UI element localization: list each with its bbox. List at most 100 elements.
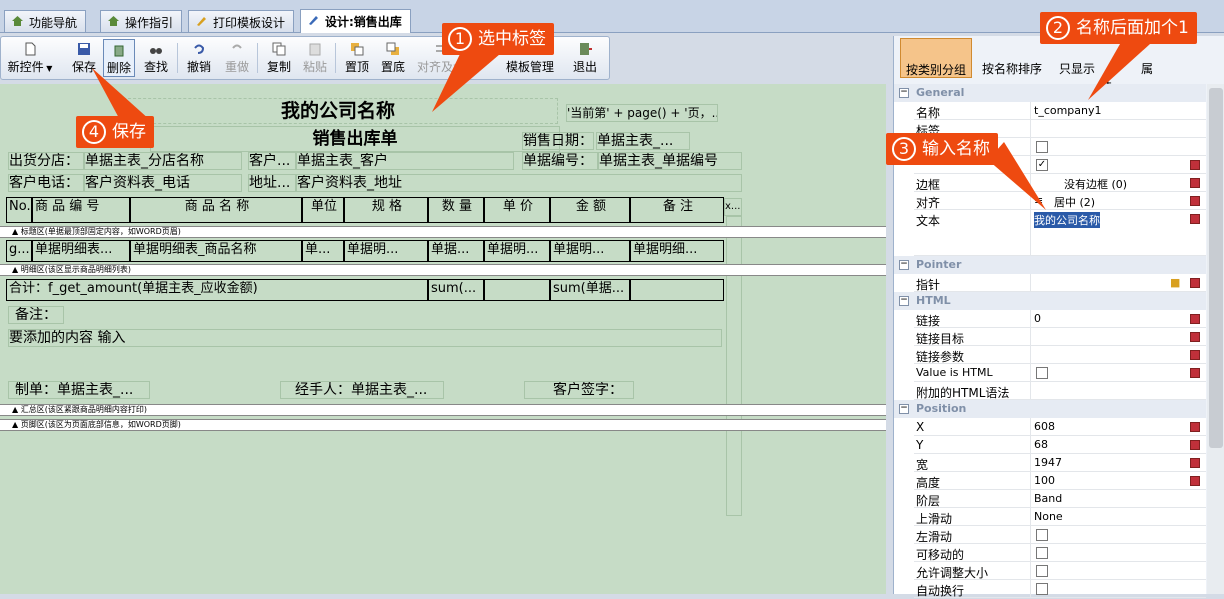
- band-header[interactable]: ▲ 标题区(单据最顶部固定内容，如WORD页眉): [0, 226, 886, 238]
- prop-value[interactable]: 1947: [1034, 456, 1062, 469]
- reset-icon[interactable]: [1190, 196, 1200, 206]
- group-by-category-button[interactable]: 按类别分组: [900, 38, 972, 78]
- handler-field[interactable]: 经手人：单据主表_...: [280, 381, 444, 399]
- detail-cell[interactable]: 单据明...: [484, 240, 550, 262]
- total-remark[interactable]: [630, 279, 724, 301]
- company-name-label[interactable]: 我的公司名称: [118, 98, 558, 124]
- address-field[interactable]: 客户资料表_地址: [296, 174, 742, 192]
- detail-cell[interactable]: 单据明...: [344, 240, 428, 262]
- prop-html-syntax[interactable]: 附加的HTML语法: [914, 382, 1206, 400]
- header-extra[interactable]: x...: [724, 198, 742, 216]
- prop-height[interactable]: 高度 100: [914, 472, 1206, 490]
- prop-slide-left[interactable]: 左滑动: [914, 526, 1206, 544]
- undo-button[interactable]: 撤销: [183, 39, 215, 77]
- text-value-editor[interactable]: 我的公司名称: [1034, 212, 1100, 228]
- prop-value[interactable]: 没有边框 (0): [1064, 176, 1127, 192]
- prop-width[interactable]: 宽 1947: [914, 454, 1206, 472]
- reset-icon[interactable]: [1190, 314, 1200, 324]
- checkbox[interactable]: [1036, 583, 1048, 595]
- band-footer[interactable]: ▲ 页脚区(该区为页面底部信息，如WORD页脚): [0, 419, 886, 431]
- reset-icon[interactable]: [1190, 368, 1200, 378]
- prop-is-html[interactable]: Value is HTML: [914, 364, 1206, 382]
- header-unit[interactable]: 单位: [302, 197, 344, 223]
- page-number-field[interactable]: '当前第' + page() + '页，...: [566, 104, 718, 122]
- customer-sign-field[interactable]: 客户签字：: [524, 381, 634, 399]
- checkbox[interactable]: [1036, 141, 1048, 153]
- phone-field[interactable]: 客户资料表_电话: [84, 174, 242, 192]
- copy-button[interactable]: 复制: [263, 39, 295, 77]
- detail-cell[interactable]: 单据明细...: [630, 240, 724, 262]
- reset-icon[interactable]: [1190, 178, 1200, 188]
- prop-resizable[interactable]: 允许调整大小: [914, 562, 1206, 580]
- tab-design-sales[interactable]: 设计:销售出库: [300, 9, 411, 33]
- reset-icon[interactable]: [1190, 458, 1200, 468]
- detail-cell[interactable]: 单据明细表_商品名称: [130, 240, 302, 262]
- detail-cell[interactable]: 单据明...: [550, 240, 630, 262]
- header-price[interactable]: 单 价: [484, 197, 550, 223]
- reset-icon[interactable]: [1190, 476, 1200, 486]
- prop-value[interactable]: t_company1: [1034, 104, 1102, 117]
- folder-icon[interactable]: ■: [1170, 276, 1180, 289]
- date-label[interactable]: 销售日期：: [522, 132, 594, 150]
- remark-label[interactable]: 备注：: [8, 306, 64, 324]
- prop-text[interactable]: 文本 我的公司名称: [914, 210, 1206, 256]
- detail-cell[interactable]: g...: [6, 240, 32, 262]
- prop-align[interactable]: 对齐 ≡ 居中 (2): [914, 192, 1206, 210]
- prop-name[interactable]: 名称 t_company1: [914, 102, 1206, 120]
- date-field[interactable]: 单据主表_...: [596, 132, 690, 150]
- tab-function-nav[interactable]: 功能导航: [4, 10, 87, 32]
- extra-content-field[interactable]: 要添加的内容 输入: [8, 329, 722, 347]
- scrollbar-thumb[interactable]: [1209, 88, 1223, 448]
- checkbox-checked[interactable]: ✓: [1036, 159, 1048, 171]
- prop-link-param[interactable]: 链接参数: [914, 346, 1206, 364]
- header-remark[interactable]: 备 注: [630, 197, 724, 223]
- header-code[interactable]: 商 品 编 号: [32, 197, 130, 223]
- prop-pointer[interactable]: 指针 ■: [914, 274, 1206, 292]
- reset-icon[interactable]: [1190, 160, 1200, 170]
- delete-button[interactable]: 删除: [103, 39, 135, 77]
- tab-print-template[interactable]: 打印模板设计: [188, 10, 295, 32]
- prop-value[interactable]: 68: [1034, 438, 1048, 451]
- show-only-button[interactable]: 只显示属性: [1054, 38, 1158, 93]
- find-button[interactable]: 查找: [141, 39, 171, 77]
- report-title[interactable]: 销售出库单: [150, 126, 560, 152]
- reset-icon[interactable]: [1190, 332, 1200, 342]
- header-spec[interactable]: 规 格: [344, 197, 428, 223]
- redo-button[interactable]: 重做: [221, 39, 253, 77]
- reset-icon[interactable]: [1190, 214, 1200, 224]
- branch-label[interactable]: 出货分店：: [8, 152, 84, 170]
- reset-icon[interactable]: [1190, 440, 1200, 450]
- total-price[interactable]: [484, 279, 550, 301]
- header-amount[interactable]: 金 额: [550, 197, 630, 223]
- collapse-icon[interactable]: −: [899, 88, 909, 98]
- bring-to-front-button[interactable]: 置顶: [341, 39, 373, 77]
- exit-button[interactable]: 退出: [567, 39, 603, 77]
- prop-value[interactable]: 100: [1034, 474, 1055, 487]
- design-canvas[interactable]: 我的公司名称 '当前第' + page() + '页，... 销售出库单 销售日…: [0, 84, 886, 594]
- section-general[interactable]: − General: [894, 84, 1206, 102]
- band-detail[interactable]: ▲ 明细区(该区显示商品明细列表): [0, 264, 886, 276]
- customer-field[interactable]: 单据主表_客户: [296, 152, 514, 170]
- header-no[interactable]: No.: [6, 197, 32, 223]
- prop-movable[interactable]: 可移动的: [914, 544, 1206, 562]
- reset-icon[interactable]: [1190, 422, 1200, 432]
- maker-field[interactable]: 制单：单据主表_...: [8, 381, 150, 399]
- prop-word-wrap[interactable]: 自动换行: [914, 580, 1206, 598]
- paste-button[interactable]: 粘贴: [299, 39, 331, 77]
- prop-border[interactable]: 边框 没有边框 (0): [914, 174, 1206, 192]
- checkbox[interactable]: [1036, 565, 1048, 577]
- phone-label[interactable]: 客户电话：: [8, 174, 84, 192]
- prop-value[interactable]: Band: [1034, 492, 1062, 505]
- collapse-icon[interactable]: −: [899, 260, 909, 270]
- checkbox[interactable]: [1036, 547, 1048, 559]
- detail-cell[interactable]: 单...: [302, 240, 344, 262]
- checkbox[interactable]: [1036, 367, 1048, 379]
- branch-field[interactable]: 单据主表_分店名称: [84, 152, 242, 170]
- new-control-button[interactable]: 新控件 ▼: [7, 39, 53, 77]
- doc-no-field[interactable]: 单据主表_单据编号: [598, 152, 742, 170]
- detail-cell[interactable]: 单据明细表...: [32, 240, 130, 262]
- collapse-icon[interactable]: −: [899, 296, 909, 306]
- section-html[interactable]: − HTML: [894, 292, 1206, 310]
- prop-value[interactable]: 居中 (2): [1054, 194, 1095, 210]
- vertical-field[interactable]: [726, 216, 742, 516]
